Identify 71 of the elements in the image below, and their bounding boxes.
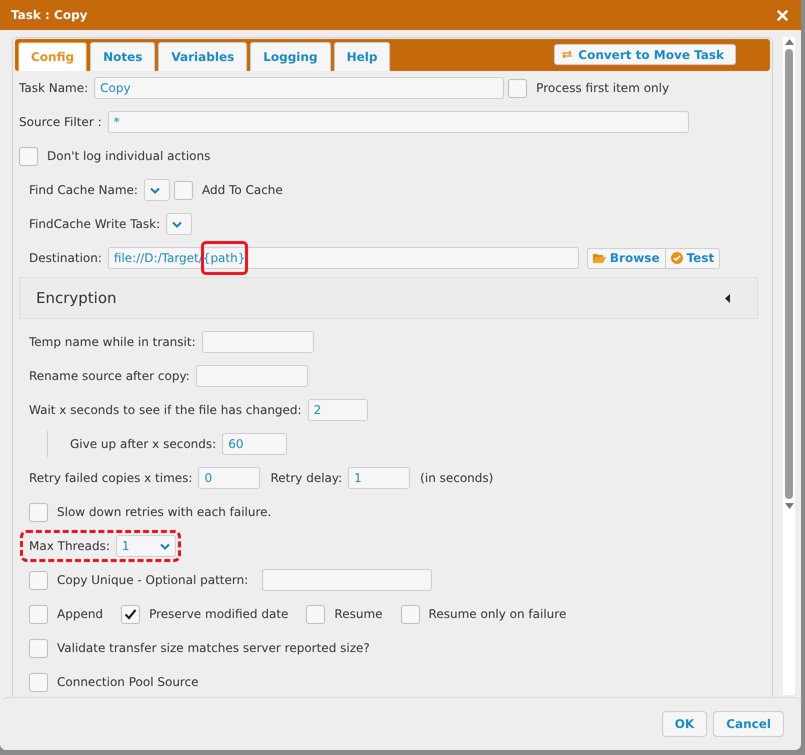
tab[interactable]: Config bbox=[18, 42, 88, 71]
dialog-button[interactable]: OK bbox=[662, 711, 708, 737]
field-label: Rename source after copy: bbox=[29, 369, 190, 383]
field-label: Task Name: bbox=[19, 81, 88, 95]
checkbox-label: Slow down retries with each failure. bbox=[57, 505, 272, 519]
checkbox[interactable] bbox=[29, 570, 48, 590]
checkbox-label: Add To Cache bbox=[202, 183, 283, 197]
scroll-up-icon[interactable] bbox=[784, 39, 794, 45]
checkbox-label: Don't log individual actions bbox=[47, 149, 210, 163]
field-label: Temp name while in transit: bbox=[29, 335, 196, 349]
window-title: Task : Copy bbox=[11, 8, 88, 22]
checkbox-label: Resume bbox=[334, 607, 383, 621]
chevron-down-icon bbox=[150, 186, 160, 194]
text-field[interactable]: * bbox=[108, 111, 689, 133]
checkmark-icon bbox=[124, 608, 138, 620]
checkbox[interactable] bbox=[29, 502, 48, 522]
checkbox-label: Append bbox=[57, 607, 104, 621]
text-field[interactable]: Copy bbox=[94, 77, 504, 99]
text-field[interactable]: 1 bbox=[348, 467, 410, 489]
checkbox[interactable] bbox=[508, 78, 528, 98]
checkbox[interactable] bbox=[29, 604, 48, 624]
encryption-section[interactable]: Encryption bbox=[19, 277, 758, 319]
section-title: Encryption bbox=[36, 289, 117, 307]
tab[interactable]: Help bbox=[334, 42, 390, 71]
check-circle-icon bbox=[670, 252, 683, 264]
checkbox-label: Validate transfer size matches server reported size? bbox=[57, 641, 370, 655]
text-field[interactable] bbox=[202, 331, 314, 353]
checkbox[interactable] bbox=[29, 672, 48, 692]
chevron-down-icon bbox=[160, 542, 170, 550]
checkbox-label: Connection Pool Source bbox=[57, 675, 199, 689]
field-label: Max Threads: bbox=[29, 539, 110, 553]
checkbox[interactable] bbox=[174, 180, 193, 200]
checkbox[interactable] bbox=[29, 638, 48, 658]
action-button[interactable]: Test bbox=[666, 248, 720, 268]
text-field[interactable] bbox=[196, 365, 308, 387]
folder-icon bbox=[592, 253, 606, 263]
action-button[interactable]: Browse bbox=[586, 248, 666, 268]
scrollbar[interactable] bbox=[783, 37, 795, 695]
checkbox-label: Process first item only bbox=[536, 81, 670, 95]
tab[interactable]: Logging bbox=[250, 42, 331, 71]
tab[interactable]: Variables bbox=[158, 42, 248, 71]
convert-button[interactable]: Convert to Move Task bbox=[554, 44, 736, 65]
text-field[interactable]: 2 bbox=[308, 399, 368, 421]
checkbox[interactable] bbox=[19, 146, 38, 166]
field-label: Source Filter : bbox=[19, 115, 102, 129]
dropdown[interactable] bbox=[144, 179, 170, 201]
checkbox[interactable] bbox=[400, 604, 420, 624]
field-label: Find Cache Name: bbox=[29, 183, 138, 197]
field-label: Retry delay: bbox=[270, 471, 342, 485]
close-icon[interactable] bbox=[777, 10, 788, 20]
text-field[interactable]: 0 bbox=[198, 467, 260, 489]
tab[interactable]: Notes bbox=[90, 42, 156, 71]
swap-arrows-icon bbox=[561, 50, 574, 59]
field-label: Give up after x seconds: bbox=[70, 437, 216, 451]
field-label: Retry failed copies x times: bbox=[29, 471, 192, 485]
scroll-down-icon[interactable] bbox=[784, 503, 794, 509]
text-field[interactable] bbox=[262, 569, 432, 591]
field-label: FindCache Write Task: bbox=[29, 217, 160, 231]
checkbox-label: Copy Unique - Optional pattern: bbox=[57, 573, 248, 587]
checkbox[interactable] bbox=[306, 604, 326, 624]
text-field[interactable]: 60 bbox=[222, 433, 288, 455]
field-label: (in seconds) bbox=[420, 471, 494, 485]
field-label: Destination: bbox=[29, 251, 102, 265]
dropdown[interactable] bbox=[166, 213, 192, 235]
dialog-button[interactable]: Cancel bbox=[713, 711, 784, 737]
checkbox-label: Preserve modified date bbox=[149, 607, 288, 621]
chevron-down-icon bbox=[172, 220, 182, 228]
field-label: Wait x seconds to see if the file has changed: bbox=[29, 403, 302, 417]
dropdown[interactable]: 1 bbox=[116, 535, 176, 557]
checkbox[interactable] bbox=[121, 604, 140, 624]
checkbox-label: Resume only on failure bbox=[428, 607, 566, 621]
